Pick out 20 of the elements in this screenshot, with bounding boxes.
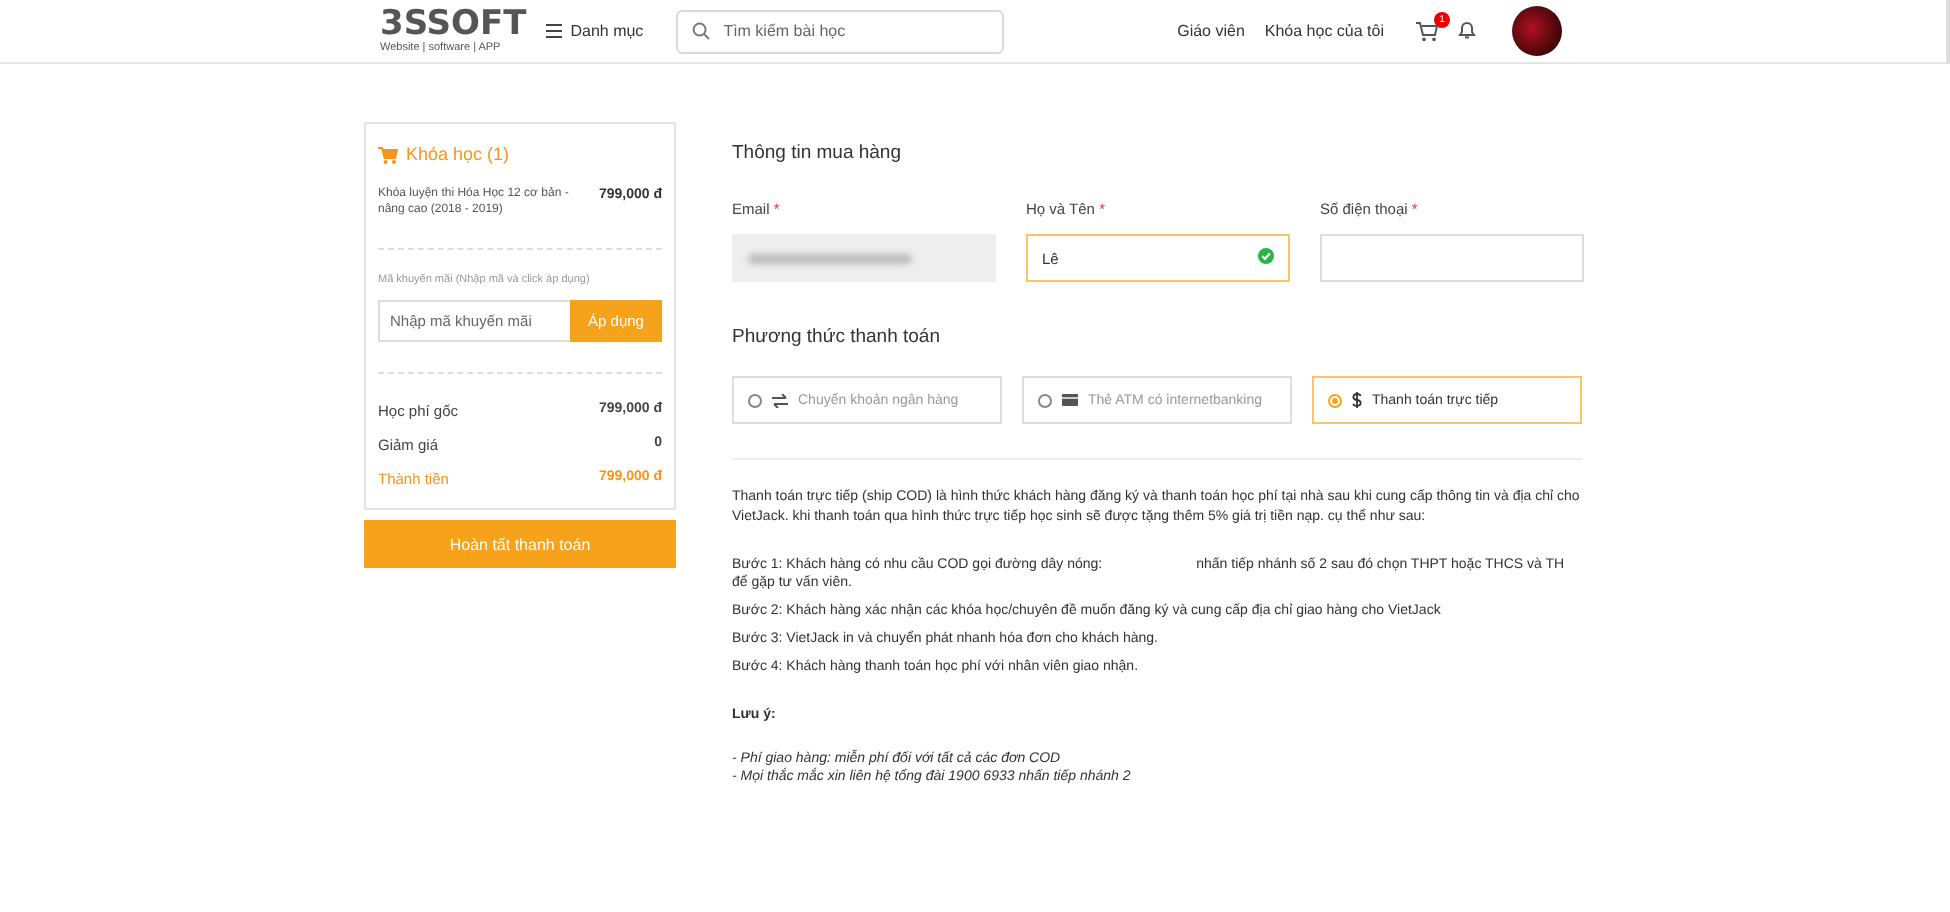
- nav-link[interactable]: Khóa học của tôi: [1264, 22, 1384, 40]
- radio-button[interactable]: [748, 393, 762, 407]
- avatar[interactable]: [1512, 6, 1562, 56]
- cart-icon[interactable]: [1416, 21, 1438, 41]
- nav-link[interactable]: Giáo viên: [1177, 22, 1245, 40]
- menu-button[interactable]: Danh mục: [546, 22, 644, 40]
- search-field[interactable]: Tìm kiếm bài học: [675, 9, 1004, 53]
- section-title: Phương thức thanh toán: [732, 326, 942, 348]
- transfer-arrows-icon: [772, 393, 788, 407]
- menu-icon: [546, 24, 563, 38]
- check-icon: [1258, 248, 1274, 264]
- radio-button[interactable]: [1038, 393, 1052, 407]
- bell-icon[interactable]: [1458, 19, 1476, 39]
- course-count-title: Khóa học (1): [406, 144, 510, 164]
- radio-button[interactable]: [1328, 393, 1342, 407]
- cart-icon: [378, 145, 398, 163]
- card-icon: [1062, 394, 1078, 406]
- section-title: Thông tin mua hàng: [732, 142, 904, 164]
- dollar-icon: [1352, 392, 1362, 408]
- input-field[interactable]: [1320, 234, 1584, 282]
